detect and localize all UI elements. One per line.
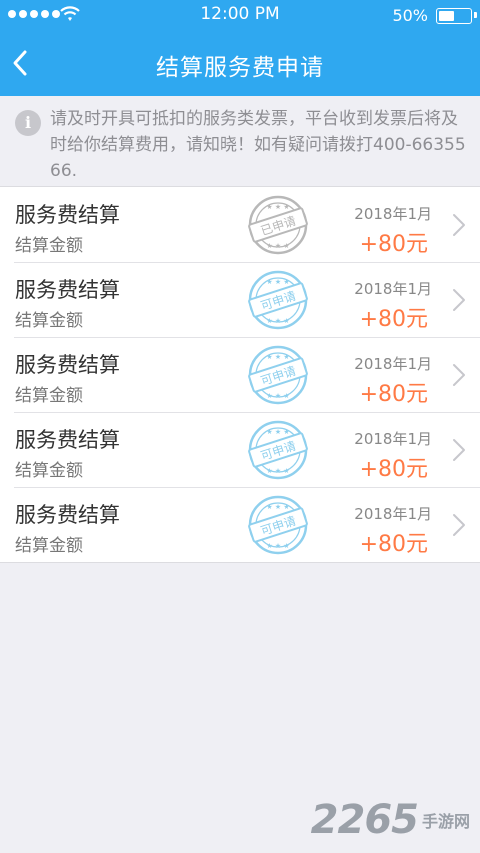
svg-text:★ ★ ★: ★ ★ ★ — [266, 503, 289, 511]
settlement-list: 服务费结算 结算金额 已申请 ★ ★ ★ ★ ★ ★ 2018年1月 +80元 … — [0, 186, 480, 563]
watermark-text: 手游网 — [421, 812, 470, 831]
row-date: 2018年1月 — [354, 430, 432, 448]
chevron-right-icon — [453, 364, 465, 386]
chevron-right-icon — [453, 214, 465, 236]
application-stamp-icon: 可申请 ★ ★ ★ ★ ★ ★ — [248, 495, 308, 555]
row-date: 2018年1月 — [354, 355, 432, 373]
battery-tip — [474, 12, 477, 18]
status-bar: 12:00 PM 50% — [0, 0, 480, 30]
svg-text:★ ★ ★: ★ ★ ★ — [266, 203, 289, 211]
row-title: 服务费结算 — [15, 203, 120, 227]
svg-text:★ ★ ★: ★ ★ ★ — [266, 467, 289, 475]
row-subtitle: 结算金额 — [15, 461, 83, 481]
application-stamp-icon: 可申请 ★ ★ ★ ★ ★ ★ — [248, 270, 308, 330]
settlement-row-5[interactable]: 服务费结算 结算金额 可申请 ★ ★ ★ ★ ★ ★ 2018年1月 +80元 — [0, 487, 480, 562]
row-subtitle: 结算金额 — [15, 236, 83, 256]
application-stamp-icon: 已申请 ★ ★ ★ ★ ★ ★ — [248, 195, 308, 255]
watermark-digits: 2265 — [310, 797, 419, 843]
chevron-right-icon — [453, 514, 465, 536]
row-amount: +80元 — [359, 307, 428, 332]
battery-percentage: 50% — [392, 6, 428, 25]
battery-icon — [436, 8, 472, 24]
row-date: 2018年1月 — [354, 205, 432, 223]
application-stamp-icon: 可申请 ★ ★ ★ ★ ★ ★ — [248, 345, 308, 405]
info-icon: i — [15, 110, 41, 136]
nav-header: 12:00 PM 50% 结算服务费申请 — [0, 0, 480, 96]
settlement-row-1[interactable]: 服务费结算 结算金额 已申请 ★ ★ ★ ★ ★ ★ 2018年1月 +80元 — [0, 187, 480, 262]
application-stamp-icon: 可申请 ★ ★ ★ ★ ★ ★ — [248, 420, 308, 480]
svg-text:★ ★ ★: ★ ★ ★ — [266, 392, 289, 400]
chevron-right-icon — [453, 289, 465, 311]
row-subtitle: 结算金额 — [15, 386, 83, 406]
svg-text:★ ★ ★: ★ ★ ★ — [266, 317, 289, 325]
row-date: 2018年1月 — [354, 280, 432, 298]
row-subtitle: 结算金额 — [15, 536, 83, 556]
row-title: 服务费结算 — [15, 428, 120, 452]
row-amount: +80元 — [359, 532, 428, 557]
row-title: 服务费结算 — [15, 353, 120, 377]
notice-text: 请及时开具可抵扣的服务类发票，平台收到发票后将及时给你结算费用，请知晓！如有疑问… — [50, 109, 466, 181]
row-title: 服务费结算 — [15, 503, 120, 527]
chevron-right-icon — [453, 439, 465, 461]
svg-text:★ ★ ★: ★ ★ ★ — [266, 428, 289, 436]
row-amount: +80元 — [359, 232, 428, 257]
row-title: 服务费结算 — [15, 278, 120, 302]
settlement-row-2[interactable]: 服务费结算 结算金额 可申请 ★ ★ ★ ★ ★ ★ 2018年1月 +80元 — [0, 262, 480, 337]
svg-text:★ ★ ★: ★ ★ ★ — [266, 542, 289, 550]
row-amount: +80元 — [359, 457, 428, 482]
svg-text:★ ★ ★: ★ ★ ★ — [266, 278, 289, 286]
svg-text:★ ★ ★: ★ ★ ★ — [266, 242, 289, 250]
settlement-row-3[interactable]: 服务费结算 结算金额 可申请 ★ ★ ★ ★ ★ ★ 2018年1月 +80元 — [0, 337, 480, 412]
row-date: 2018年1月 — [354, 505, 432, 523]
settlement-row-4[interactable]: 服务费结算 结算金额 可申请 ★ ★ ★ ★ ★ ★ 2018年1月 +80元 — [0, 412, 480, 487]
site-watermark: 2265 手游网 — [311, 797, 470, 843]
svg-text:★ ★ ★: ★ ★ ★ — [266, 353, 289, 361]
page-title: 结算服务费申请 — [156, 55, 324, 81]
row-amount: +80元 — [359, 382, 428, 407]
row-subtitle: 结算金额 — [15, 311, 83, 331]
